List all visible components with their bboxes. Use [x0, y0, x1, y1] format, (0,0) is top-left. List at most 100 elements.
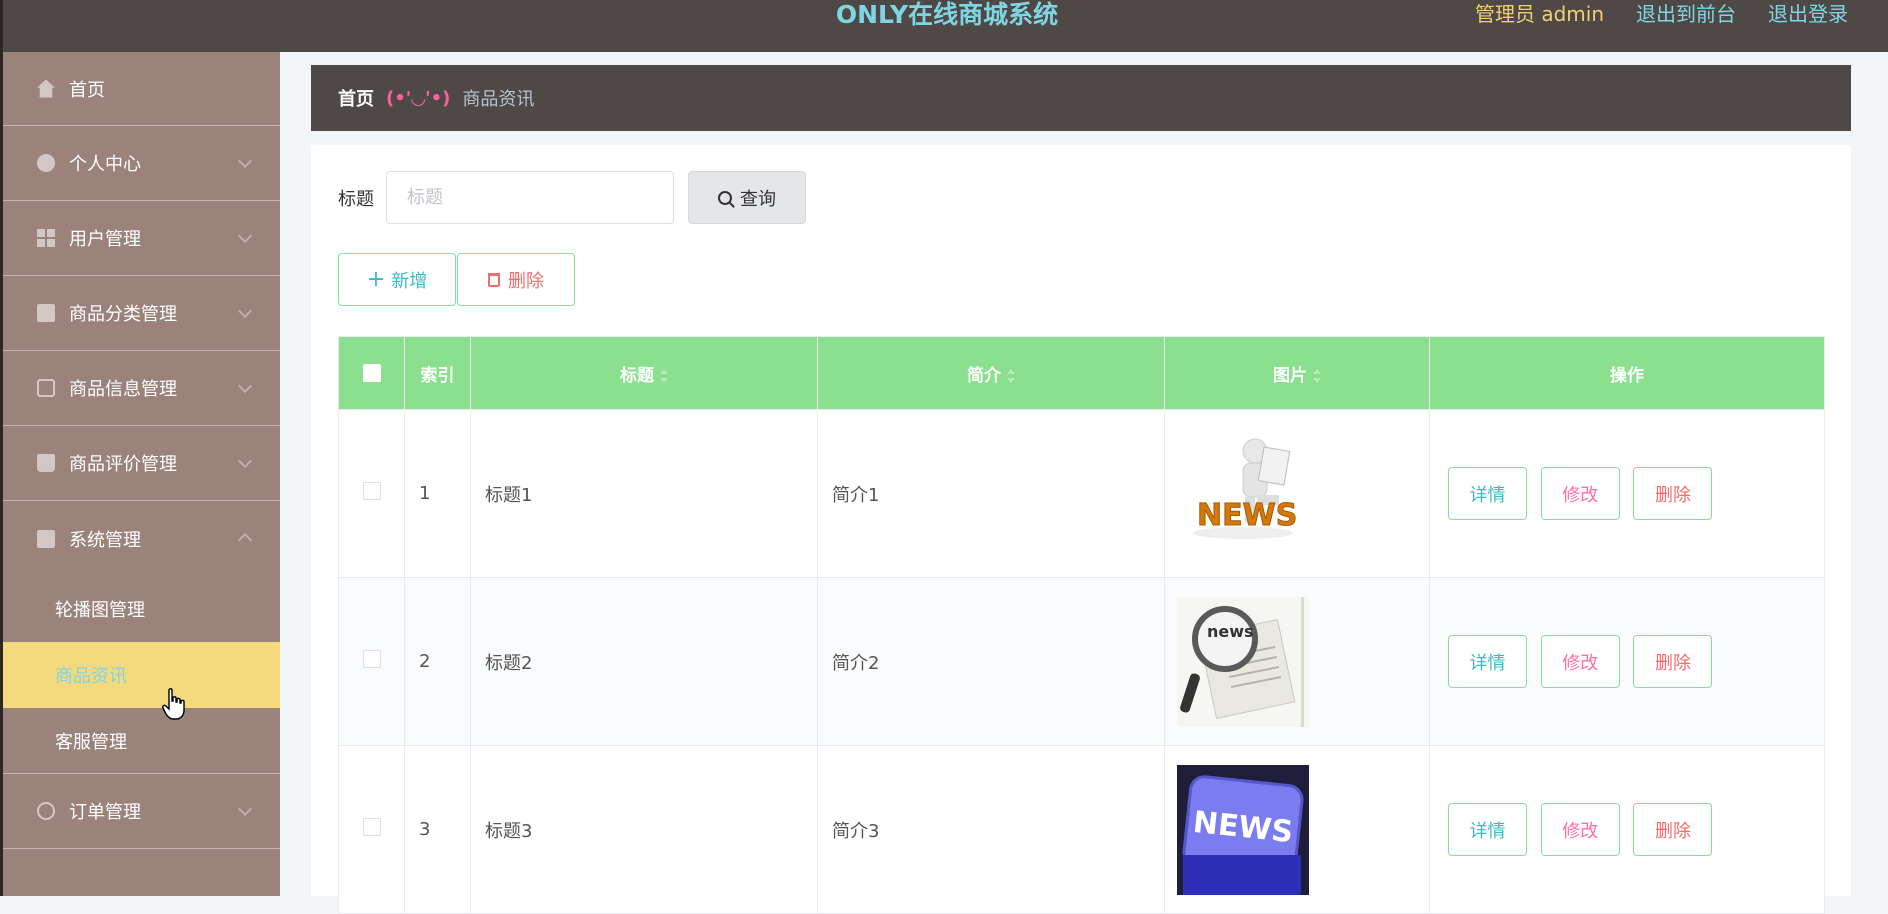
sidebar-item-profile[interactable]: 个人中心	[3, 126, 280, 201]
edit-button[interactable]: 修改	[1540, 803, 1620, 856]
breadcrumb-separator: (•'◡'•)	[386, 87, 451, 109]
table-row: 2 标题2 简介2 news 详情 修改 删除	[338, 577, 1825, 746]
chevron-down-icon	[237, 228, 253, 244]
search-input[interactable]	[386, 171, 674, 224]
cell-index: 1	[404, 409, 471, 578]
column-header-image[interactable]: 图片	[1164, 336, 1430, 410]
column-header-label: 标题	[620, 365, 654, 386]
cell-index: 2	[404, 577, 471, 746]
row-select-cell[interactable]	[338, 409, 405, 578]
column-header-ops: 操作	[1429, 336, 1825, 410]
cell-title: 标题2	[470, 577, 818, 746]
sidebar-item-label: 用户管理	[69, 229, 141, 250]
select-all-checkbox[interactable]	[362, 364, 381, 382]
ring-icon	[37, 802, 55, 820]
row-delete-button[interactable]: 删除	[1633, 635, 1713, 688]
sidebar-item-home[interactable]: 首页	[3, 52, 280, 126]
cell-intro: 简介2	[817, 577, 1165, 746]
cell-intro: 简介1	[817, 409, 1165, 578]
home-icon	[37, 79, 55, 98]
back-to-front-link[interactable]: 退出到前台	[1636, 0, 1736, 28]
detail-button[interactable]: 详情	[1448, 803, 1527, 856]
row-select-cell[interactable]	[338, 745, 405, 914]
admin-label: 管理员 admin	[1474, 2, 1604, 26]
row-delete-button[interactable]: 删除	[1633, 803, 1713, 856]
logout-link[interactable]: 退出登录	[1768, 0, 1848, 28]
sidebar-subitem-carousel[interactable]: 轮播图管理	[3, 576, 280, 642]
sidebar-item-label: 订单管理	[69, 802, 141, 823]
sort-icon[interactable]	[1313, 368, 1321, 383]
edit-button[interactable]: 修改	[1540, 635, 1620, 688]
delete-button-label: 删除	[508, 270, 544, 292]
cell-title: 标题3	[470, 745, 818, 914]
user-icon	[37, 154, 55, 172]
detail-button[interactable]: 详情	[1448, 635, 1527, 688]
cell-title: 标题1	[470, 409, 818, 578]
column-header-label: 索引	[420, 365, 455, 386]
header-select-all[interactable]	[338, 336, 405, 410]
delete-button[interactable]: 删除	[457, 253, 575, 306]
chevron-down-icon	[237, 303, 253, 319]
sidebar-subitem-service[interactable]: 客服管理	[3, 708, 280, 774]
chevron-down-icon	[237, 453, 253, 469]
sidebar-subitem-label: 商品资讯	[55, 666, 127, 687]
news-key-image: NEWS	[1177, 764, 1309, 895]
column-header-index: 索引	[404, 336, 471, 410]
cell-index: 3	[404, 745, 471, 914]
row-checkbox[interactable]	[362, 818, 381, 836]
sidebar-item-label: 首页	[69, 79, 105, 101]
checklist-icon	[37, 304, 55, 322]
chevron-down-icon	[237, 378, 253, 394]
edit-button[interactable]: 修改	[1540, 467, 1620, 520]
row-checkbox[interactable]	[362, 482, 381, 500]
svg-text:news: news	[1207, 622, 1254, 641]
news-magnifier-image: news	[1177, 596, 1309, 727]
cell-image: NEWS	[1164, 409, 1430, 578]
sidebar-item-label: 个人中心	[69, 154, 141, 175]
sidebar-item-reviews[interactable]: 商品评价管理	[3, 426, 280, 501]
detail-button[interactable]: 详情	[1448, 467, 1527, 520]
cell-ops: 详情 修改 删除	[1429, 745, 1825, 914]
row-delete-button[interactable]: 删除	[1633, 467, 1713, 520]
table-row: 1 标题1 简介1 NEWS 详情 修改 删除	[338, 409, 1825, 578]
breadcrumb: 首页 (•'◡'•) 商品资讯	[311, 65, 1851, 131]
sort-icon[interactable]	[1007, 368, 1015, 383]
sidebar-subitem-news[interactable]: 商品资讯	[3, 642, 280, 708]
sidebar-item-label: 商品信息管理	[69, 379, 177, 400]
sidebar-item-orders[interactable]: 订单管理	[3, 774, 280, 849]
sidebar-item-goods[interactable]: 商品信息管理	[3, 351, 280, 426]
trash-icon	[488, 272, 500, 287]
cell-intro: 简介3	[817, 745, 1165, 914]
news-table: 索引 标题 简介 图片 操作 1 标题1 简介1 NEWS 详情 修改 删除 2…	[338, 336, 1825, 914]
top-header: ONLY在线商城系统 管理员 admin 退出到前台 退出登录	[0, 0, 1888, 52]
search-button[interactable]: 查询	[688, 171, 806, 224]
search-button-label: 查询	[740, 188, 776, 210]
cell-image: NEWS	[1164, 745, 1430, 914]
sidebar-item-system[interactable]: 系统管理	[3, 501, 280, 576]
top-links: 管理员 admin 退出到前台 退出登录	[1475, 0, 1848, 28]
clipboard-icon	[37, 529, 55, 548]
sidebar: 首页 个人中心 用户管理 商品分类管理 商品信息管理 商品评价管理 系统管理 轮…	[0, 52, 280, 896]
breadcrumb-current: 商品资讯	[462, 89, 535, 110]
breadcrumb-home[interactable]: 首页	[338, 85, 374, 111]
grid-icon	[37, 229, 55, 247]
chevron-up-icon	[237, 532, 253, 548]
row-select-cell[interactable]	[338, 577, 405, 746]
search-label: 标题	[338, 188, 374, 210]
sort-icon[interactable]	[660, 368, 668, 383]
sidebar-item-label: 系统管理	[69, 529, 141, 551]
add-button[interactable]: + 新增	[338, 253, 456, 306]
sidebar-item-users[interactable]: 用户管理	[3, 201, 280, 276]
column-header-intro[interactable]: 简介	[817, 336, 1165, 410]
column-header-title[interactable]: 标题	[470, 336, 818, 410]
cell-ops: 详情 修改 删除	[1429, 577, 1825, 746]
sidebar-item-category[interactable]: 商品分类管理	[3, 276, 280, 351]
content-panel: 标题 查询 + 新增 删除 索引 标题 简介 图片 操作	[311, 145, 1851, 914]
bag-icon	[37, 454, 55, 472]
table-row: 3 标题3 简介3 NEWS 详情 修改 删除	[338, 745, 1825, 914]
add-button-label: 新增	[391, 270, 428, 292]
news-figure-image: NEWS	[1177, 428, 1309, 559]
row-checkbox[interactable]	[362, 650, 381, 668]
chevron-down-icon	[237, 801, 253, 817]
column-header-label: 操作	[1610, 365, 1644, 386]
